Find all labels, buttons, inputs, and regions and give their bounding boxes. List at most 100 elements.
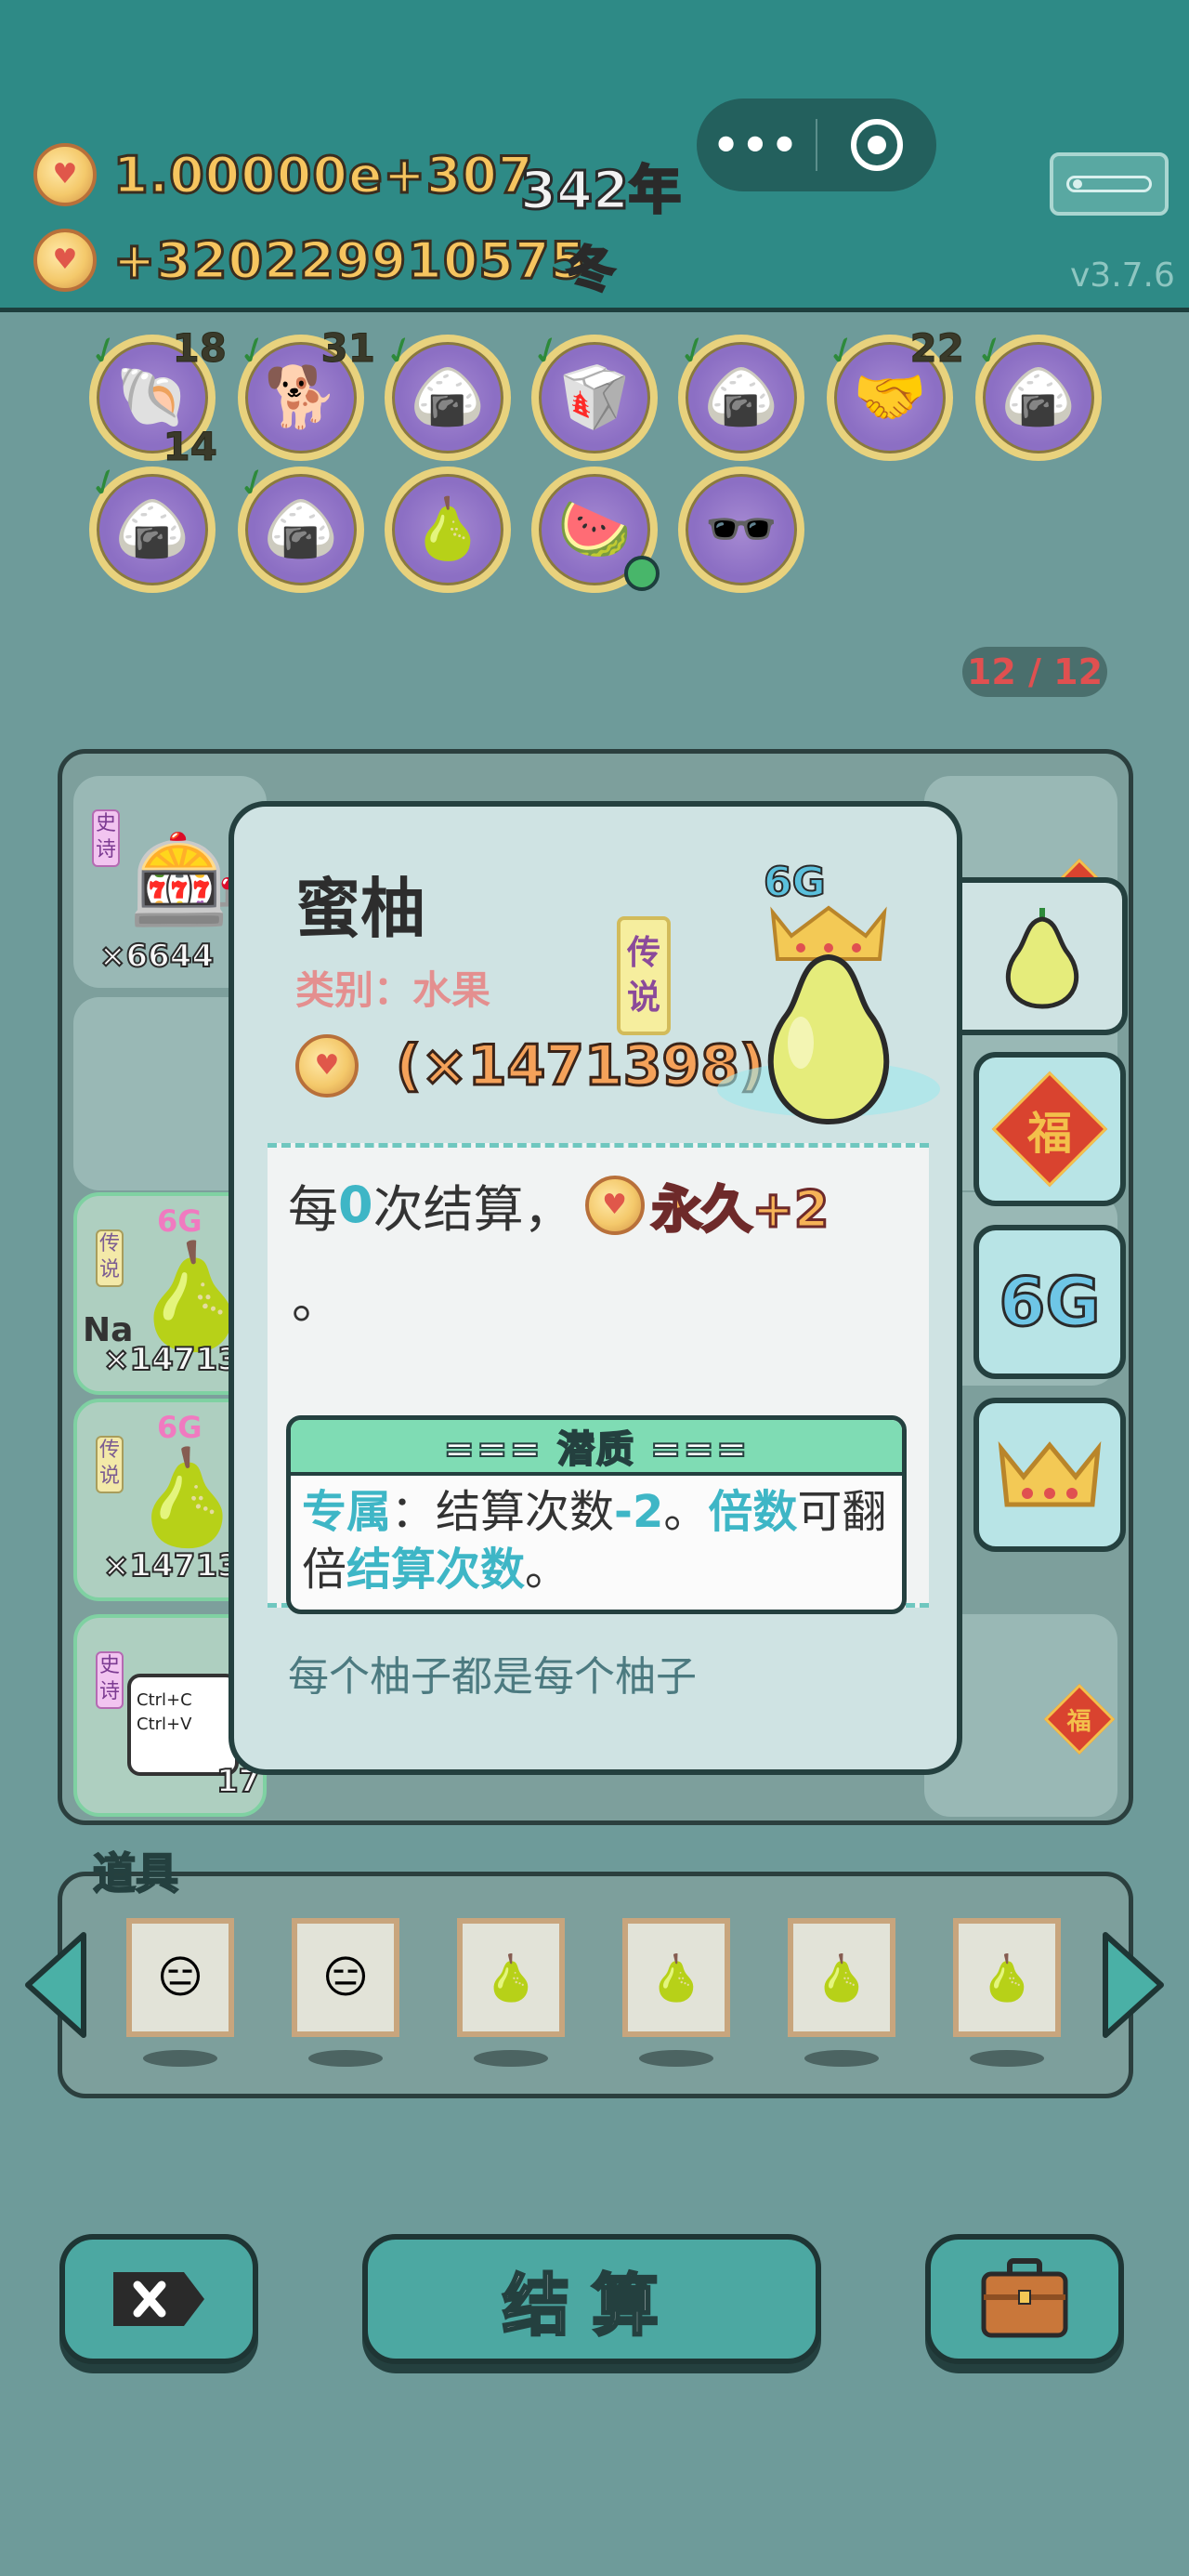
coin-icon: ♥ — [33, 143, 97, 206]
season-label: 冬 — [565, 242, 616, 300]
year-label: 342年 — [519, 160, 683, 223]
settings-button[interactable] — [1050, 152, 1169, 216]
tab-6g[interactable]: 6G — [973, 1225, 1126, 1379]
tab-fu[interactable]: 福 — [973, 1052, 1126, 1206]
item-shadow — [308, 2050, 383, 2067]
effect-line: 每 0 次结算， ♥ 永久+2 — [288, 1175, 830, 1241]
relic-shell[interactable]: ✓ 🐚 18 14 — [83, 326, 227, 467]
pomelo-icon: 🍐 — [411, 495, 485, 564]
item-slot[interactable]: 🍐 — [788, 1918, 895, 2037]
target-icon — [851, 119, 903, 171]
badge-6g: 6G — [998, 1262, 1102, 1343]
rice-ball-icon: 🍙 — [411, 363, 485, 432]
coin-total-row: ♥ 1.00000e+307 — [33, 143, 534, 206]
delete-button[interactable] — [59, 2234, 258, 2364]
handshake-icon: 🤝 — [853, 363, 927, 432]
rice-ball-icon: 🍙 — [704, 363, 778, 432]
settle-label: 结算 — [501, 2265, 681, 2346]
bag-button[interactable] — [925, 2234, 1124, 2364]
relic-sunglasses[interactable]: 🕶️ — [678, 467, 804, 593]
more-menu-button[interactable]: ••• — [697, 120, 816, 170]
coin-icon: ♥ — [295, 1034, 359, 1097]
relic-count: 22 — [909, 325, 964, 371]
tab-symbol[interactable] — [962, 877, 1128, 1035]
symbol-detail-card: 蜜柚 类别：水果 传说 ♥ (×1471398) 6G 每 0 次结算， ♥ 永久+… — [229, 801, 962, 1775]
pin-icon: ✓ — [672, 325, 716, 377]
briefcase-icon — [981, 2258, 1068, 2338]
potential-box: === 潜质 === 专属：结算次数-2。倍数可翻倍结算次数。 — [286, 1415, 907, 1614]
slider-icon — [1066, 176, 1152, 192]
pin-icon: ✓ — [231, 457, 276, 509]
pin-icon: ✓ — [969, 325, 1013, 377]
income-value: +320229910575 — [111, 230, 587, 291]
twin-pomelo-icon: 🍐 — [129, 1443, 245, 1552]
badge-6g: 6G — [764, 859, 826, 906]
slot-counter: 12 / 12 — [962, 647, 1107, 697]
symbol-category: 类别：水果 — [295, 967, 491, 1013]
relic-fruit-plate[interactable]: 🍉 — [531, 467, 660, 593]
item-slot[interactable]: 🍐 — [953, 1918, 1061, 2037]
shell-icon: 🐚 — [115, 363, 189, 432]
item-shadow — [970, 2050, 1044, 2067]
rice-ball-icon: 🍙 — [264, 495, 338, 564]
item-shadow — [474, 2050, 548, 2067]
fu-icon: 福 — [991, 1071, 1108, 1188]
relic-rice[interactable]: ✓ 🍙 — [672, 326, 804, 461]
pin-icon: ✓ — [820, 325, 865, 377]
tab-crown[interactable] — [973, 1398, 1126, 1552]
pomelo-icon: 🍐 — [814, 1952, 869, 2004]
relic-rice[interactable]: ✓ 🍙 — [969, 326, 1102, 461]
item-slot[interactable]: 🍐 — [622, 1918, 730, 2037]
item-slot[interactable]: 😑 — [292, 1918, 399, 2037]
top-status-bar: ♥ 1.00000e+307 ♥ +320229910575 342年 冬 ••… — [0, 0, 1189, 312]
income-row: ♥ +320229910575 — [33, 229, 587, 292]
item-slot[interactable]: 🍐 — [457, 1918, 565, 2037]
fruit-plate-icon: 🍉 — [557, 495, 632, 564]
pomelo-icon: 🍐 — [979, 1952, 1035, 2004]
rarity-tag: 传说 — [96, 1229, 124, 1287]
coin-total: 1.00000e+307 — [112, 144, 535, 205]
scroll-left-icon[interactable] — [20, 1929, 89, 2041]
pin-icon: ✓ — [83, 325, 127, 377]
relic-handshake[interactable]: ✓ 🤝 22 — [820, 326, 965, 461]
pomelo-illustration: 6G — [699, 857, 959, 1136]
rice-ball-icon: 🍙 — [115, 495, 189, 564]
crown-icon — [998, 1440, 1102, 1507]
cell-multiplier: ×6644 — [98, 937, 215, 976]
copy-paste-card: Ctrl+C Ctrl+V — [127, 1674, 239, 1776]
effect-line-end: 。 — [292, 1271, 342, 1330]
relic-rice[interactable]: ✓ 🍙 — [378, 326, 511, 461]
cell-multiplier: ×14713 — [102, 1546, 241, 1585]
settle-button[interactable]: 结算 — [362, 2234, 821, 2364]
relic-count: 31 — [320, 325, 375, 371]
miniprogram-capsule: ••• — [697, 99, 936, 191]
relic-dog[interactable]: ✓ 🐕 31 — [231, 326, 376, 461]
item-slot[interactable]: 😑 — [126, 1918, 234, 2037]
coin-icon: ♥ — [33, 229, 97, 292]
version-label: v3.7.6 — [1070, 256, 1175, 295]
relic-rice[interactable]: ✓ 🍙 — [83, 458, 216, 593]
symbol-multiplier-row: ♥ (×1471398) — [295, 1032, 766, 1100]
relic-count: 14 — [163, 424, 217, 469]
fu-tag: 福 — [1043, 1683, 1116, 1755]
relic-pomelo[interactable]: 🍐 — [385, 467, 511, 593]
status-dot — [624, 556, 660, 591]
close-miniprogram-button[interactable] — [817, 119, 936, 171]
symbol-name: 蜜柚 — [295, 871, 425, 947]
relic-rice[interactable]: ✓ 🍙 — [231, 458, 364, 593]
item-shadow — [639, 2050, 713, 2067]
rarity-legend-tag: 传说 — [617, 916, 671, 1035]
scroll-right-icon[interactable] — [1100, 1929, 1169, 2041]
coin-icon: ♥ — [584, 1175, 645, 1235]
twin-pomelo-icon: 🍐 — [648, 1952, 704, 2004]
face-icon: 😑 — [156, 1952, 204, 2004]
pin-icon: ✓ — [378, 325, 423, 377]
badge-6g: 6G — [157, 1203, 203, 1239]
potential-text: 专属：结算次数-2。倍数可翻倍结算次数。 — [302, 1486, 887, 1596]
rice-ball-icon: 🍙 — [1001, 363, 1076, 432]
dog-icon: 🐕 — [264, 363, 338, 432]
pin-icon: ✓ — [525, 325, 569, 377]
relic-skirt[interactable]: ✓ 🥡 — [525, 326, 658, 461]
items-label: 道具 — [92, 1847, 179, 1899]
symbol-description: 每 0 次结算， ♥ 永久+2 。 === 潜质 === 专属：结算次数-2。倍数可… — [268, 1143, 929, 1614]
